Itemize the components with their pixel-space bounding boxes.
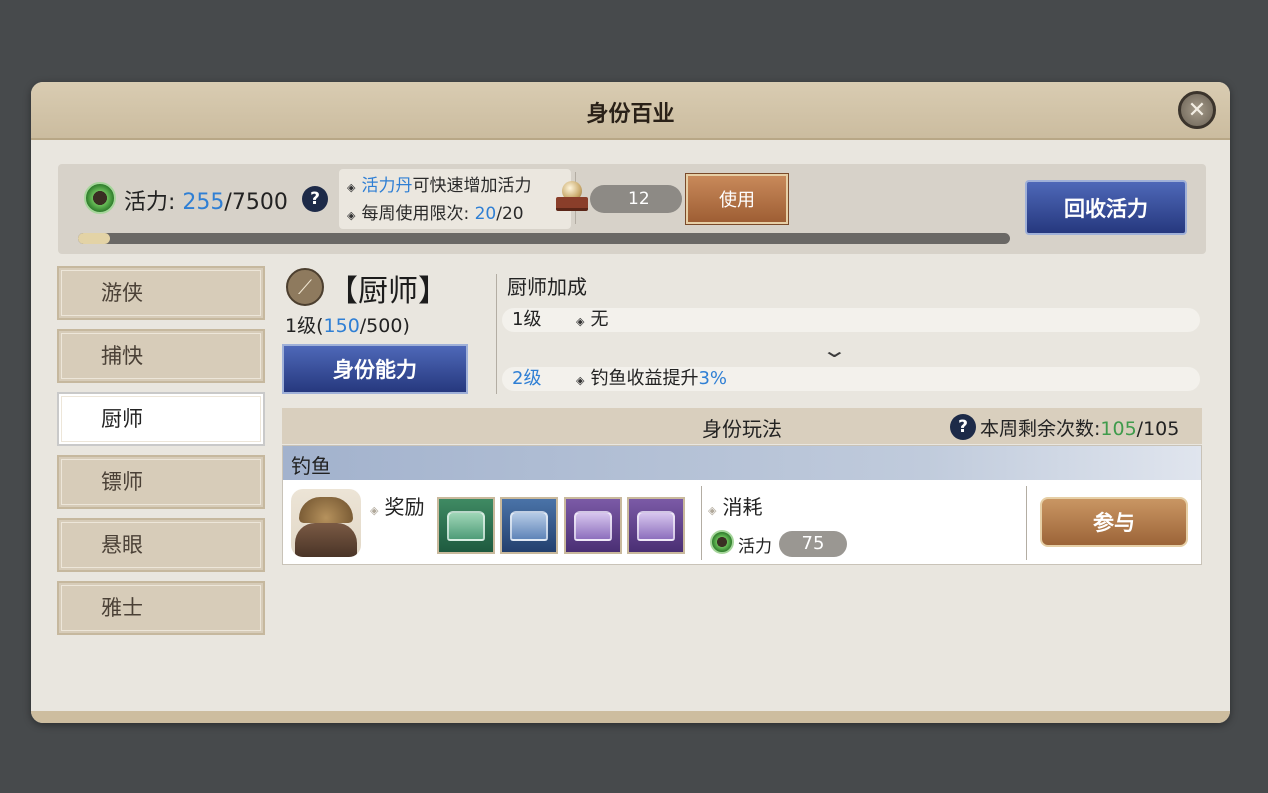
remaining-label: 本周剩余次数: [980, 418, 1101, 440]
cost-vigor-label: 活力 [738, 537, 772, 557]
cost-value: 75 [779, 531, 847, 557]
activity-name: 钓鱼 [283, 446, 1201, 480]
tip-weekly-used: 20 [474, 204, 497, 224]
identity-ability-button[interactable]: 身份能力 [282, 344, 468, 394]
cost-label: ◈ 消耗 [708, 491, 762, 520]
item-count-pill: 12 [590, 185, 682, 213]
remaining-current: 105 [1100, 418, 1137, 440]
vigor-tip-box: ◈ 活力丹可快速增加活力 ◈ 每周使用限次: 20/20 [339, 169, 571, 229]
sidebar-item-chushi[interactable]: 厨师 [57, 392, 265, 446]
divider [496, 274, 497, 394]
role-exp-current: 150 [323, 315, 360, 337]
vigor-max: /7500 [224, 190, 288, 215]
vigor-label: 活力: [124, 190, 176, 215]
close-icon: ✕ [1187, 97, 1207, 123]
green-chest-icon[interactable] [437, 497, 495, 554]
remaining-help-icon[interactable]: ? [950, 414, 976, 440]
sidebar-item-bukuai[interactable]: 捕快 [57, 329, 265, 383]
reclaim-vigor-button[interactable]: 回收活力 [1025, 180, 1187, 235]
spoon-icon: ⟋ [286, 268, 324, 306]
purple-chest-icon[interactable] [627, 497, 685, 554]
tip-weekly-max: /20 [496, 204, 524, 224]
bonus-title: 厨师加成 [507, 275, 587, 299]
vigor-progress-bar [78, 233, 1010, 244]
sidebar-item-xuanyan[interactable]: 悬眼 [57, 518, 265, 572]
bonus-current-text: 无 [590, 309, 609, 330]
blue-chest-icon[interactable] [500, 497, 558, 554]
chevron-down-icon: ⌄ [820, 338, 848, 362]
bonus-row-next: 2级 ◈ 钓鱼收益提升3% [502, 367, 1200, 391]
panel-bottom-edge [31, 711, 1230, 723]
bonus-row-current: 1级 ◈ 无 [502, 308, 1200, 332]
bonus-next-text: 钓鱼收益提升 [590, 368, 699, 389]
fisherman-icon [291, 489, 361, 557]
role-exp-max: /500) [359, 315, 410, 337]
role-level: 1级(150/500) [285, 311, 410, 338]
vigor-pill-item-icon [554, 181, 590, 215]
vigor-help-icon[interactable]: ? [302, 186, 328, 212]
use-item-button[interactable]: 使用 [685, 173, 789, 225]
tip-item-name: 活力丹 [361, 176, 413, 196]
reward-label-text: 奖励 [384, 495, 425, 519]
weekly-remaining: 本周剩余次数:105/105 [980, 414, 1179, 441]
cost-label-text: 消耗 [722, 495, 763, 519]
vigor-current: 255 [182, 190, 225, 215]
panel-title: 身份百业 [586, 101, 675, 127]
tip-line-2: ◈ 每周使用限次: 20/20 [347, 201, 571, 229]
diamond-bullet-icon: ◈ [347, 209, 356, 222]
sidebar-item-biaoshi[interactable]: 镖师 [57, 455, 265, 509]
role-level-label: 1级( [285, 315, 324, 337]
diamond-bullet-icon: ◈ [576, 315, 585, 328]
sidebar-item-yashi[interactable]: 雅士 [57, 581, 265, 635]
vigor-jade-icon [84, 182, 116, 214]
title-bar: 身份百业 ✕ [31, 82, 1230, 140]
tip-line-1: ◈ 活力丹可快速增加活力 [347, 173, 571, 201]
diamond-bullet-icon: ◈ [347, 181, 356, 194]
diamond-bullet-icon: ◈ [370, 504, 379, 517]
vigor-progress-fill [78, 233, 110, 244]
tip-line-1-text: 可快速增加活力 [412, 176, 532, 196]
diamond-bullet-icon: ◈ [708, 504, 717, 517]
join-button[interactable]: 参与 [1040, 497, 1188, 547]
divider [1026, 486, 1027, 560]
bonus-next-level: 2级 [512, 368, 542, 389]
bonus-current-level: 1级 [512, 309, 542, 330]
divider [701, 486, 702, 560]
remaining-max: /105 [1136, 418, 1180, 440]
purple-chest-icon[interactable] [564, 497, 622, 554]
vigor-jade-icon [710, 530, 734, 554]
close-button[interactable]: ✕ [1178, 91, 1216, 129]
sidebar-item-youxia[interactable]: 游侠 [57, 266, 265, 320]
tip-line-2-label: 每周使用限次: [361, 204, 470, 224]
diamond-bullet-icon: ◈ [576, 374, 585, 387]
bonus-next-value: 3% [698, 368, 728, 389]
vigor-readout: 活力: 255/7500 [124, 184, 288, 216]
role-name: 【厨师】 [328, 274, 448, 309]
reward-label: ◈ 奖励 [370, 491, 424, 520]
